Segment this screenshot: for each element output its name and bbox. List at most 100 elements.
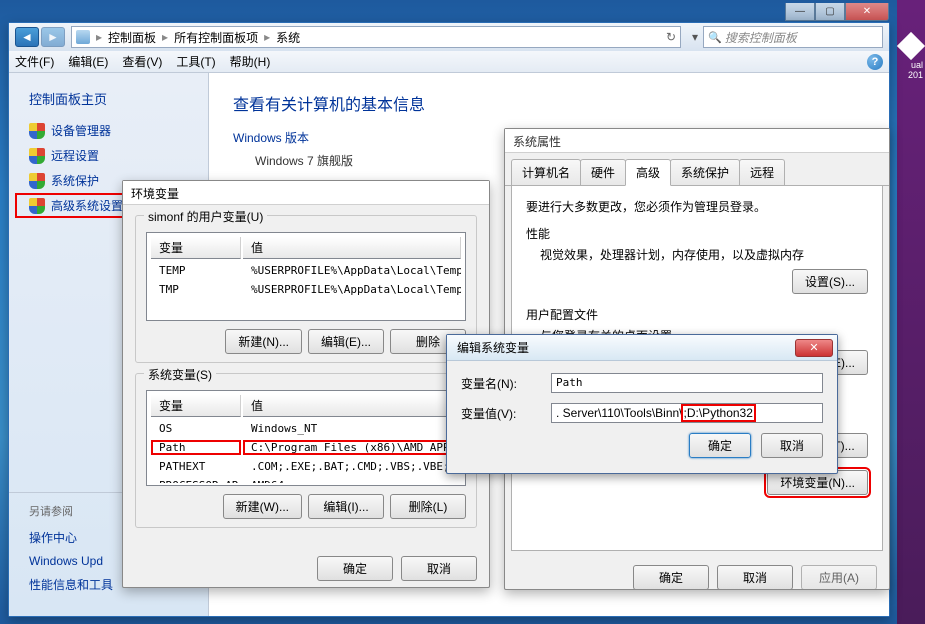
var-value-input[interactable]: . Server\110\Tools\Binn\;D:\Python32 [551, 403, 823, 423]
system-vars-group: 系统变量(S) 变量值 OSWindows_NT PathC:\Program … [135, 373, 477, 528]
close-button[interactable]: ✕ [795, 339, 833, 357]
edit-variable-dialog: 编辑系统变量 ✕ 变量名(N): Path 变量值(V): . Server\1… [446, 334, 838, 474]
dialog-title: 环境变量 [123, 181, 489, 205]
maximize-button[interactable]: ▢ [815, 3, 845, 21]
address-bar[interactable]: ▸ 控制面板 ▸ 所有控制面板项 ▸ 系统 ↻ [71, 26, 681, 48]
sidebar-title[interactable]: 控制面板主页 [9, 85, 208, 118]
dialog-titlebar[interactable]: 编辑系统变量 ✕ [447, 335, 837, 361]
var-value: .COM;.EXE;.BAT;.CMD;.VBS;.VBE;... [243, 459, 461, 474]
table-row[interactable]: OSWindows_NT [149, 419, 463, 438]
dialog-title: 编辑系统变量 [457, 339, 529, 356]
table-row[interactable]: TMP%USERPROFILE%\AppData\Local\Temp [149, 280, 463, 299]
col-var[interactable]: 变量 [151, 395, 241, 417]
visual-studio-strip: ual 201 [897, 0, 925, 624]
menu-edit[interactable]: 编辑(E) [68, 53, 108, 70]
ok-button[interactable]: 确定 [633, 565, 709, 590]
main-window-controls: — ▢ ✕ [785, 3, 889, 21]
tab-remote[interactable]: 远程 [739, 159, 785, 185]
profile-title: 用户配置文件 [526, 306, 868, 323]
var-name-input[interactable]: Path [551, 373, 823, 393]
perf-desc: 视觉效果，处理器计划，内存使用，以及虚拟内存 [526, 246, 868, 263]
sidebar-item-label: 设备管理器 [51, 122, 111, 139]
page-title: 查看有关计算机的基本信息 [233, 91, 865, 115]
sidebar-item-device-manager[interactable]: 设备管理器 [9, 118, 208, 143]
var-value: %USERPROFILE%\AppData\Local\Temp [243, 282, 461, 297]
apply-button[interactable]: 应用(A) [801, 565, 877, 590]
var-name: PROCESSOR_AR [151, 478, 241, 483]
dropdown-icon[interactable]: ▾ [687, 30, 703, 44]
var-value: AMD64 [243, 478, 461, 483]
close-button[interactable]: ✕ [845, 3, 889, 21]
value-highlight: ;D:\Python32 [681, 404, 756, 422]
table-row[interactable]: PROCESSOR_ARAMD64 [149, 476, 463, 483]
var-name: TEMP [151, 263, 241, 278]
refresh-icon[interactable]: ↻ [666, 30, 676, 44]
menu-tools[interactable]: 工具(T) [176, 53, 215, 70]
col-val[interactable]: 值 [243, 237, 461, 259]
var-value: C:\Program Files (x86)\AMD APP\... [243, 440, 461, 455]
nav-buttons: ◄ ► [15, 27, 65, 47]
menu-file[interactable]: 文件(F) [15, 53, 54, 70]
minimize-button[interactable]: — [785, 3, 815, 21]
sys-delete-button[interactable]: 删除(L) [390, 494, 466, 519]
user-vars-group: simonf 的用户变量(U) 变量值 TEMP%USERPROFILE%\Ap… [135, 215, 477, 363]
dialog-buttons: 确定 取消 [123, 548, 489, 589]
var-name: TMP [151, 282, 241, 297]
table-row-path[interactable]: PathC:\Program Files (x86)\AMD APP\... [149, 438, 463, 457]
sidebar-item-label: 高级系统设置 [51, 197, 123, 214]
tab-advanced[interactable]: 高级 [625, 159, 671, 186]
search-input[interactable]: 搜索控制面板 [703, 26, 883, 48]
forward-button[interactable]: ► [41, 27, 65, 47]
vs-label: ual 201 [897, 60, 923, 80]
tab-protection[interactable]: 系统保护 [670, 159, 740, 185]
breadcrumb-sep: ▸ [162, 30, 168, 44]
tab-hardware[interactable]: 硬件 [580, 159, 626, 185]
titlebar: ◄ ► ▸ 控制面板 ▸ 所有控制面板项 ▸ 系统 ↻ ▾ 搜索控制面板 [9, 23, 889, 51]
menu-help[interactable]: 帮助(H) [230, 53, 271, 70]
breadcrumb-leaf[interactable]: 系统 [276, 29, 300, 46]
shield-icon [29, 123, 45, 139]
help-icon[interactable]: ? [867, 54, 883, 70]
menu-view[interactable]: 查看(V) [122, 53, 162, 70]
var-value-label: 变量值(V): [461, 405, 551, 422]
breadcrumb-sep: ▸ [264, 30, 270, 44]
back-button[interactable]: ◄ [15, 27, 39, 47]
perf-settings-button[interactable]: 设置(S)... [792, 269, 868, 294]
dialog-title: 系统属性 [505, 129, 889, 153]
breadcrumb-sep: ▸ [96, 30, 102, 44]
sys-edit-button[interactable]: 编辑(I)... [308, 494, 384, 519]
dialog-buttons: 确定 取消 应用(A) [505, 557, 889, 598]
user-vars-caption: simonf 的用户变量(U) [144, 208, 267, 225]
ok-button[interactable]: 确定 [317, 556, 393, 581]
system-vars-table[interactable]: 变量值 OSWindows_NT PathC:\Program Files (x… [146, 390, 466, 486]
sidebar-item-label: 系统保护 [51, 172, 99, 189]
var-value: %USERPROFILE%\AppData\Local\Temp [243, 263, 461, 278]
breadcrumb-mid[interactable]: 所有控制面板项 [174, 29, 258, 46]
var-name-label: 变量名(N): [461, 375, 551, 392]
value-prefix: . Server\110\Tools\Binn\ [556, 406, 683, 420]
col-var[interactable]: 变量 [151, 237, 241, 259]
table-row[interactable]: TEMP%USERPROFILE%\AppData\Local\Temp [149, 261, 463, 280]
cancel-button[interactable]: 取消 [401, 556, 477, 581]
var-name: PATHEXT [151, 459, 241, 474]
cancel-button[interactable]: 取消 [761, 433, 823, 458]
user-vars-table[interactable]: 变量值 TEMP%USERPROFILE%\AppData\Local\Temp… [146, 232, 466, 321]
var-name: OS [151, 421, 241, 436]
table-row[interactable]: PATHEXT.COM;.EXE;.BAT;.CMD;.VBS;.VBE;... [149, 457, 463, 476]
sidebar-item-label: 远程设置 [51, 147, 99, 164]
system-vars-caption: 系统变量(S) [144, 366, 216, 383]
user-edit-button[interactable]: 编辑(E)... [308, 329, 384, 354]
cancel-button[interactable]: 取消 [717, 565, 793, 590]
vs-logo-icon [897, 32, 925, 60]
col-val[interactable]: 值 [243, 395, 461, 417]
breadcrumb-root[interactable]: 控制面板 [108, 29, 156, 46]
ok-button[interactable]: 确定 [689, 433, 751, 458]
sidebar-item-remote[interactable]: 远程设置 [9, 143, 208, 168]
shield-icon [29, 173, 45, 189]
sys-new-button[interactable]: 新建(W)... [223, 494, 302, 519]
tabs: 计算机名 硬件 高级 系统保护 远程 [505, 153, 889, 186]
var-value: Windows_NT [243, 421, 461, 436]
tab-computer-name[interactable]: 计算机名 [511, 159, 581, 185]
sidebar-item-label: 操作中心 [29, 529, 77, 546]
user-new-button[interactable]: 新建(N)... [225, 329, 302, 354]
